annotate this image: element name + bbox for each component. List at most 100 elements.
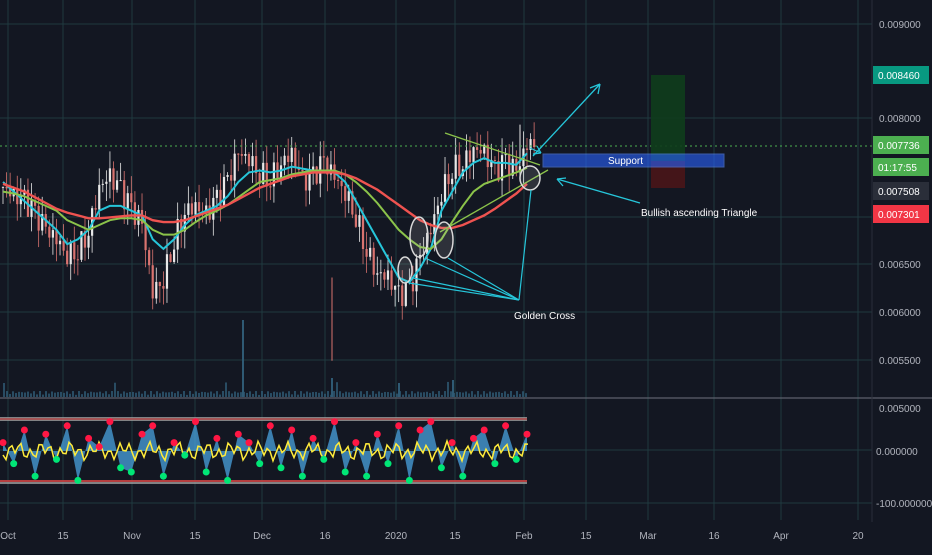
volume-bar <box>438 391 440 397</box>
volume-bar <box>138 391 140 397</box>
candle-body <box>372 247 375 275</box>
candle-body <box>194 202 197 215</box>
volume-bar <box>297 394 299 397</box>
volume-bar <box>519 394 521 397</box>
candle-body <box>115 180 119 190</box>
volume-bar <box>3 383 5 397</box>
volume-bar <box>12 391 14 397</box>
candle-body <box>479 149 482 154</box>
osc-dot <box>138 430 146 438</box>
volume-bar <box>390 392 392 397</box>
volume-bar <box>336 382 338 397</box>
volume-bar <box>420 392 422 397</box>
candle-body <box>347 191 350 201</box>
candle-body <box>397 285 400 287</box>
volume-bar <box>270 393 272 397</box>
volume-bar <box>153 394 155 397</box>
time-tick-label: Dec <box>253 531 271 542</box>
osc-dot <box>416 426 424 434</box>
candle-body <box>404 283 407 306</box>
candle-body <box>390 270 393 290</box>
candle-body <box>105 181 108 184</box>
candle-body <box>123 180 126 210</box>
volume-bar <box>285 393 287 397</box>
volume-bar <box>375 393 377 397</box>
osc-dot <box>320 455 328 463</box>
volume-bar <box>264 394 266 397</box>
volume-bar <box>87 393 89 397</box>
volume-bar <box>45 391 47 397</box>
osc-dot <box>309 434 317 442</box>
volume-bar <box>450 391 452 397</box>
osc-dot <box>117 464 125 472</box>
candle-body <box>69 242 72 265</box>
candle-body <box>336 179 340 181</box>
volume-bar <box>48 393 50 397</box>
candle-body <box>493 160 497 162</box>
candle-body <box>365 249 368 257</box>
volume-bar <box>339 391 341 397</box>
volume-bar <box>246 392 248 397</box>
candle-body <box>187 203 190 215</box>
volume-bar <box>114 382 116 397</box>
volume-bar <box>183 391 185 397</box>
candle-body <box>233 153 236 181</box>
volume-spike <box>331 378 333 397</box>
candle-body <box>440 201 443 206</box>
candle-body <box>94 208 97 210</box>
volume-bar <box>294 391 296 397</box>
osc-dot <box>245 439 253 447</box>
volume-bar <box>474 394 476 397</box>
volume-bar <box>120 393 122 397</box>
volume-bar <box>327 391 329 397</box>
candle-body <box>443 174 447 202</box>
volume-bar <box>18 391 20 397</box>
osc-dot <box>42 430 50 438</box>
volume-bar <box>141 393 143 397</box>
volume-bar <box>30 393 32 397</box>
time-tick-label: 20 <box>852 531 864 542</box>
candle-body <box>137 209 140 225</box>
candle-body <box>312 166 315 170</box>
price-tick-label: 0.008000 <box>879 114 921 125</box>
candle-body <box>162 286 165 289</box>
volume-bar <box>234 391 236 397</box>
price-label-text: 0.007301 <box>878 210 920 221</box>
volume-bar <box>369 394 371 397</box>
volume-bar <box>495 392 497 397</box>
volume-bar <box>444 391 446 397</box>
candle-body <box>279 165 283 179</box>
volume-bar <box>288 391 290 397</box>
volume-bar <box>63 392 65 397</box>
price-label: 0.007736 <box>873 136 929 154</box>
volume-bar <box>378 391 380 397</box>
volume-bar <box>222 391 224 397</box>
volume-bar <box>387 392 389 397</box>
volume-bar <box>498 391 500 397</box>
volume-bar <box>219 394 221 397</box>
candle-body <box>472 147 475 163</box>
candle-body <box>190 203 194 215</box>
volume-bar <box>51 391 53 397</box>
volume-bar <box>36 394 38 397</box>
volume-bar <box>345 391 347 397</box>
volume-bar <box>411 391 413 397</box>
candle-body <box>458 154 461 176</box>
candle-body <box>454 154 457 179</box>
osc-dot <box>181 451 189 459</box>
candle-body <box>294 147 297 167</box>
candle-body <box>66 250 69 265</box>
volume-bar <box>417 391 419 397</box>
volume-bar <box>90 391 92 397</box>
volume-bar <box>144 391 146 397</box>
volume-bar <box>300 391 302 397</box>
volume-bar <box>408 394 410 397</box>
volume-bar <box>465 391 467 397</box>
trading-chart[interactable]: Support Bullish ascending Triangle Golden … <box>0 0 932 550</box>
candle-body <box>451 178 454 185</box>
time-axis[interactable]: Oct 15 Nov 15 Dec 16 2020 15 Feb 15 Mar 16 Apr 20 <box>0 522 932 550</box>
candle-body <box>155 281 158 299</box>
volume-bar <box>405 391 407 397</box>
volume-bar <box>123 391 125 397</box>
candle-body <box>73 242 76 260</box>
